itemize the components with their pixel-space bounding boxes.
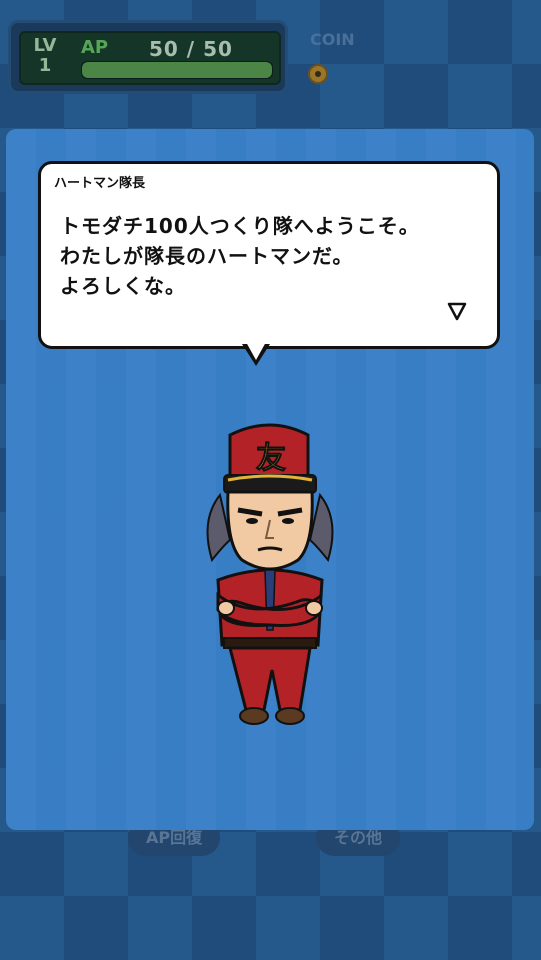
speech-bubble-tail-inner [246,342,266,360]
triangle-down-icon[interactable] [446,300,468,322]
svg-text:友: 友 [256,441,286,476]
captain-character: 友 [206,423,334,725]
speaker-name: ハートマン隊長 [54,176,146,191]
dialog-line-2: わたしが隊長のハートマンだ。 [60,244,354,268]
dialog-line-1: トモダチ100人つくり隊へようこそ。 [60,214,420,238]
dialog-line-3: よろしくな。 [60,274,186,298]
